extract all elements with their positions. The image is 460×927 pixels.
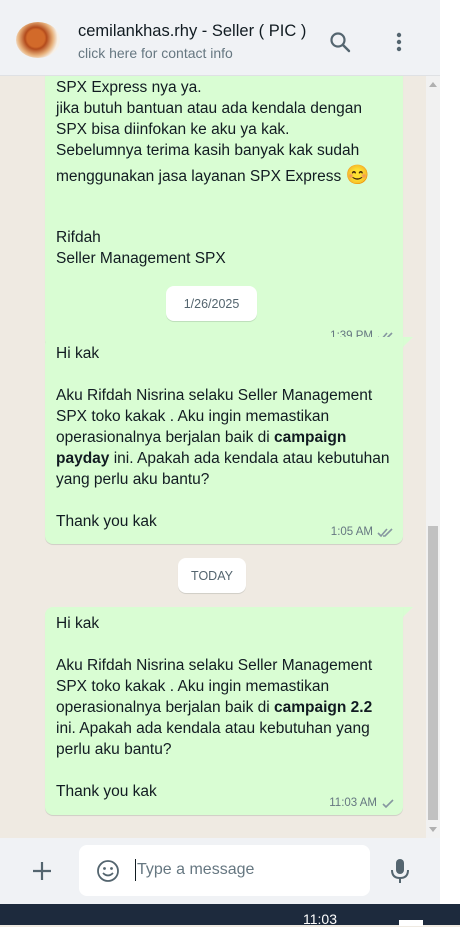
message-line: Thank you kak [56, 783, 157, 800]
message-line: Seller Management SPX [56, 250, 226, 267]
whatsapp-window: cemilankhas.rhy - Seller ( PIC ) click h… [0, 0, 460, 927]
double-check-icon [377, 527, 393, 537]
message-placeholder: Type a message [137, 861, 255, 878]
window-edge [440, 0, 460, 925]
message-line: Hi kak [56, 345, 100, 362]
message-time: 11:03 AM [329, 797, 377, 809]
bold-text: campaign 2.2 [274, 699, 373, 716]
message-line: SPX Express nya ya. [56, 79, 202, 96]
menu-icon[interactable] [385, 28, 413, 56]
contact-info-hint[interactable]: click here for contact info [78, 45, 233, 61]
scroll-down-icon[interactable] [429, 827, 437, 832]
message-line: Aku Rifdah Nisrina selaku Seller Managem… [56, 387, 373, 404]
contact-name[interactable]: cemilankhas.rhy - Seller ( PIC ) [78, 22, 306, 41]
chat-scrollbar[interactable] [426, 76, 440, 838]
message-line: operasionalnya berjalan baik di campaign… [56, 699, 373, 716]
composer-bar: Type a message [0, 838, 440, 904]
search-icon[interactable] [326, 28, 354, 56]
message-input[interactable]: Type a message [79, 845, 370, 896]
chat-header[interactable]: cemilankhas.rhy - Seller ( PIC ) click h… [0, 0, 443, 76]
bold-text: payday [56, 450, 110, 467]
scrollbar-thumb[interactable] [428, 526, 438, 820]
message-meta: 11:03 AM [329, 797, 395, 809]
bubble-tail [403, 337, 413, 347]
bold-text: campaign [274, 429, 347, 446]
message-line: Thank you kak [56, 513, 157, 530]
message-line: SPX bisa diinfokan ke aku ya kak. [56, 121, 290, 138]
date-separator: TODAY [178, 558, 246, 593]
mic-icon[interactable] [386, 857, 414, 885]
message-list[interactable]: SPX Express nya ya. jika butuh bantuan a… [0, 76, 426, 838]
message-meta: 1:05 AM [331, 526, 395, 538]
smile-emoji: 😊 [345, 165, 370, 186]
bubble-tail [403, 607, 413, 617]
scroll-up-icon[interactable] [429, 82, 437, 87]
message-line: operasionalnya berjalan baik di campaign [56, 429, 347, 446]
message-line: ini. Apakah ada kendala atau kebutuhan y… [56, 720, 370, 737]
contact-avatar[interactable] [16, 22, 60, 58]
message-line: yang perlu aku bantu? [56, 471, 210, 488]
message-bubble[interactable]: Hi kak Aku Rifdah Nisrina selaku Seller … [45, 337, 403, 544]
message-time: 1:05 AM [330, 526, 373, 538]
plus-icon[interactable] [28, 857, 56, 885]
message-line: payday ini. Apakah ada kendala atau kebu… [56, 450, 390, 467]
message-line: Hi kak [56, 615, 100, 632]
text-caret [135, 859, 136, 881]
message-line: Sebelumnya terima kasih banyak kak sudah [56, 142, 360, 159]
message-line: menggunakan jasa layanan SPX Express 😊 [56, 165, 370, 186]
message-line: Rifdah [56, 229, 101, 246]
message-bubble[interactable]: Hi kak Aku Rifdah Nisrina selaku Seller … [45, 607, 403, 815]
message-line: perlu aku bantu? [56, 741, 172, 758]
message-line: Aku Rifdah Nisrina selaku Seller Managem… [56, 657, 373, 674]
message-line: jika butuh bantuan atau ada kendala deng… [56, 100, 362, 117]
date-separator: 1/26/2025 [166, 286, 257, 321]
message-line: SPX toko kakak . Aku ingin memastikan [56, 678, 330, 695]
emoji-icon[interactable] [94, 857, 122, 885]
message-line: SPX toko kakak . Aku ingin memastikan [56, 408, 330, 425]
check-icon [382, 798, 394, 808]
system-taskbar: 11:03 [0, 904, 460, 927]
taskbar-item[interactable] [399, 920, 423, 926]
